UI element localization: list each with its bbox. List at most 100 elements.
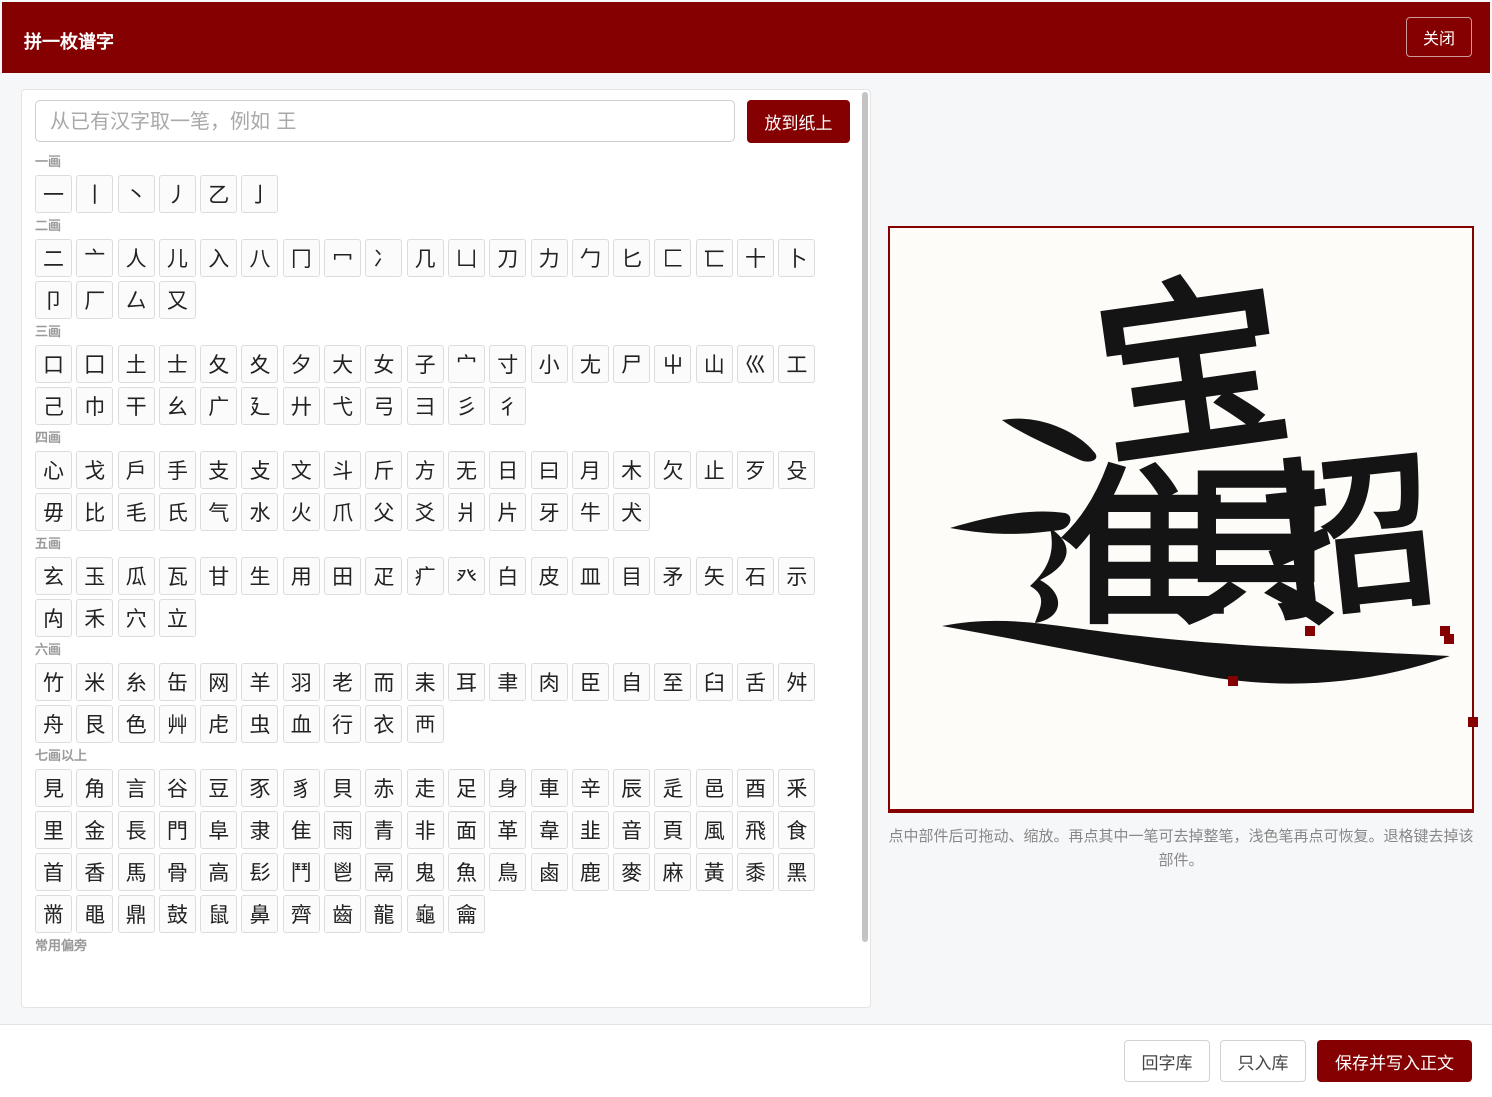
radical-button[interactable]: 鼓 (158, 895, 196, 933)
radical-button[interactable]: 牛 (571, 493, 609, 531)
radical-button[interactable]: 音 (613, 811, 651, 849)
radical-button[interactable]: 風 (695, 811, 733, 849)
radical-button[interactable]: 寸 (489, 345, 527, 383)
radical-button[interactable]: 彳 (489, 387, 527, 425)
radical-button[interactable]: 豕 (241, 769, 279, 807)
radical-button[interactable]: 曰 (530, 451, 568, 489)
radical-button[interactable]: 髟 (241, 853, 279, 891)
save-to-library-only-button[interactable]: 只入库 (1220, 1040, 1306, 1082)
radical-button[interactable]: 干 (117, 387, 155, 425)
radical-button[interactable]: 魚 (447, 853, 485, 891)
radical-button[interactable]: 門 (158, 811, 196, 849)
radical-button[interactable]: 子 (406, 345, 444, 383)
radical-button[interactable]: 矢 (695, 557, 733, 595)
radical-button[interactable]: 亠 (76, 239, 114, 277)
radical-button[interactable]: 鹿 (571, 853, 609, 891)
radical-button[interactable]: 虍 (200, 705, 238, 743)
radical-button[interactable]: 香 (76, 853, 114, 891)
radical-button[interactable]: 自 (613, 663, 651, 701)
radical-button[interactable]: 八 (241, 239, 279, 277)
radical-button[interactable]: 工 (778, 345, 816, 383)
radical-button[interactable]: 片 (489, 493, 527, 531)
radical-button[interactable]: 屮 (654, 345, 692, 383)
radical-button[interactable]: 匸 (695, 239, 733, 277)
place-on-paper-button[interactable]: 放到纸上 (747, 100, 850, 143)
radical-button[interactable]: 鼠 (200, 895, 238, 933)
radical-button[interactable]: 弋 (324, 387, 362, 425)
radical-button[interactable]: 弓 (365, 387, 403, 425)
radical-button[interactable]: 辵 (654, 769, 692, 807)
radical-button[interactable]: 匕 (613, 239, 651, 277)
radical-button[interactable]: 文 (282, 451, 320, 489)
radical-button[interactable]: 十 (737, 239, 775, 277)
radical-button[interactable]: 里 (35, 811, 72, 849)
radical-button[interactable]: 非 (406, 811, 444, 849)
radical-button[interactable]: 貝 (324, 769, 362, 807)
resize-handle[interactable] (1305, 626, 1315, 636)
radical-button[interactable]: 廾 (282, 387, 320, 425)
radical-button[interactable]: 瓦 (158, 557, 196, 595)
radical-button[interactable]: 龠 (447, 895, 485, 933)
composition-canvas[interactable]: 宝 隹 貝 招 (888, 226, 1478, 813)
radical-button[interactable]: 赤 (365, 769, 403, 807)
radical-button[interactable]: 首 (35, 853, 72, 891)
radical-button[interactable]: 小 (530, 345, 568, 383)
radical-button[interactable]: 羊 (241, 663, 279, 701)
radical-button[interactable]: 广 (200, 387, 238, 425)
radical-button[interactable]: 舛 (778, 663, 816, 701)
radical-button[interactable]: 馬 (117, 853, 155, 891)
radical-button[interactable]: 毛 (117, 493, 155, 531)
radical-button[interactable]: 鬥 (282, 853, 320, 891)
radical-button[interactable]: 卩 (35, 281, 72, 319)
radical-button[interactable]: 骨 (158, 853, 196, 891)
resize-handle[interactable] (1228, 676, 1238, 686)
radical-button[interactable]: 耒 (406, 663, 444, 701)
radical-button[interactable]: 頁 (654, 811, 692, 849)
radical-button[interactable]: 囗 (76, 345, 114, 383)
radical-button[interactable]: 止 (695, 451, 733, 489)
radical-button[interactable]: 方 (406, 451, 444, 489)
radical-button[interactable]: 厂 (76, 281, 114, 319)
radical-button[interactable]: 夊 (241, 345, 279, 383)
radical-button[interactable]: 甘 (200, 557, 238, 595)
radical-button[interactable]: 亅 (241, 175, 279, 213)
radical-button[interactable]: 斗 (324, 451, 362, 489)
radical-button[interactable]: 至 (654, 663, 692, 701)
radical-button[interactable]: 冫 (365, 239, 403, 277)
radical-button[interactable]: 二 (35, 239, 72, 277)
radical-button[interactable]: 士 (158, 345, 196, 383)
radical-button[interactable]: 鳥 (489, 853, 527, 891)
radical-button[interactable]: 尸 (613, 345, 651, 383)
radical-button[interactable]: 瓜 (117, 557, 155, 595)
radical-button[interactable]: 大 (324, 345, 362, 383)
radical-button[interactable]: 比 (76, 493, 114, 531)
radical-button[interactable]: 刀 (489, 239, 527, 277)
radical-button[interactable]: 釆 (778, 769, 816, 807)
radical-button[interactable]: 韭 (571, 811, 609, 849)
radical-button[interactable]: 疋 (365, 557, 403, 595)
back-to-library-button[interactable]: 回字库 (1124, 1040, 1210, 1082)
radical-button[interactable]: 戶 (117, 451, 155, 489)
radical-button[interactable]: 目 (613, 557, 651, 595)
radical-button[interactable]: 黍 (737, 853, 775, 891)
radical-button[interactable]: 己 (35, 387, 72, 425)
radical-button[interactable]: 皮 (530, 557, 568, 595)
radical-button[interactable]: 隹 (282, 811, 320, 849)
radical-button[interactable]: 丿 (158, 175, 196, 213)
radical-button[interactable]: 身 (489, 769, 527, 807)
save-and-write-button[interactable]: 保存并写入正文 (1317, 1040, 1472, 1082)
radical-button[interactable]: 立 (158, 599, 196, 637)
radical-button[interactable]: 臣 (571, 663, 609, 701)
radical-button[interactable]: 水 (241, 493, 279, 531)
radical-button[interactable]: 牙 (530, 493, 568, 531)
radical-button[interactable]: 夂 (200, 345, 238, 383)
radical-button[interactable]: 幺 (158, 387, 196, 425)
radical-button[interactable]: 土 (117, 345, 155, 383)
radical-button[interactable]: 肉 (530, 663, 568, 701)
radical-button[interactable]: 革 (489, 811, 527, 849)
radical-button[interactable]: 木 (613, 451, 651, 489)
radical-button[interactable]: 彐 (406, 387, 444, 425)
radical-button[interactable]: 龜 (406, 895, 444, 933)
radical-button[interactable]: 舌 (737, 663, 775, 701)
radical-button[interactable]: 酉 (737, 769, 775, 807)
